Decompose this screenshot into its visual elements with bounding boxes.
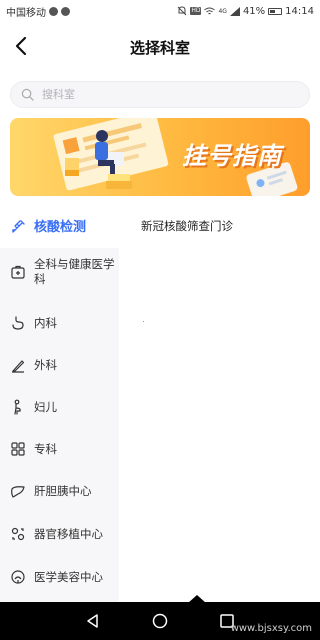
stomach-icon	[12, 316, 24, 330]
hd-badge: HD	[190, 7, 202, 15]
sidebar-item-cosmetic[interactable]: 医学美容中心	[0, 556, 119, 598]
department-sidebar: 核酸检测 全科与健康医学科 内科 外科 妇儿 专科 肝胆胰中心 器官移植中心 医…	[0, 206, 119, 602]
mute-icon	[177, 6, 187, 16]
sidebar-item-label: 外科	[34, 357, 57, 372]
message-icon	[49, 6, 58, 16]
search-bar[interactable]	[10, 81, 310, 108]
carrier-label: 中国移动	[6, 7, 46, 19]
app-header: 选择科室	[0, 22, 320, 72]
sidebar-item-label: 全科与健康医学科	[34, 257, 115, 286]
sidebar-item-label: 核酸检测	[34, 219, 87, 235]
sidebar-item-label: 妇儿	[34, 399, 57, 414]
department-list: 新冠核酸筛查门诊	[119, 206, 320, 602]
sidebar-item-nucleic-acid[interactable]: 核酸检测	[0, 206, 119, 248]
back-arrow-icon[interactable]	[10, 34, 34, 58]
page-title: 选择科室	[129, 38, 190, 57]
sidebar-item-organ-transplant[interactable]: 器官移植中心	[0, 512, 119, 556]
search-icon	[21, 88, 34, 101]
signal-icon	[229, 6, 240, 16]
sidebar-item-general-medicine[interactable]: 全科与健康医学科	[0, 248, 119, 296]
medical-kit-icon	[11, 265, 25, 279]
battery-label: 41%	[242, 5, 266, 17]
sidebar-item-women-children[interactable]: 妇儿	[0, 386, 119, 428]
scalpel-icon	[12, 360, 25, 373]
sidebar-item-label: 医学美容中心	[34, 569, 103, 584]
sidebar-item-label: 专科	[34, 441, 57, 456]
nav-notch	[188, 595, 206, 603]
home-nav-icon[interactable]	[151, 612, 169, 630]
face-icon	[11, 570, 25, 584]
pregnant-icon	[14, 399, 21, 415]
divider	[143, 321, 144, 322]
sidebar-item-internal-medicine[interactable]: 内科	[0, 302, 119, 344]
time-label: 14:14	[285, 5, 314, 17]
organ-icon	[11, 527, 25, 541]
syringe-icon	[12, 220, 25, 233]
department-item[interactable]: 新冠核酸筛查门诊	[141, 218, 233, 234]
wechat-icon	[61, 6, 70, 16]
liver-icon	[11, 486, 25, 498]
battery-icon	[268, 7, 283, 15]
system-nav-bar: www.bjsxsy.com	[0, 595, 320, 640]
wifi-icon	[204, 7, 216, 14]
guide-banner[interactable]: 挂号指南	[10, 118, 310, 196]
sidebar-item-label: 肝胆胰中心	[34, 483, 92, 498]
sidebar-item-label: 内科	[34, 315, 57, 330]
sidebar-item-specialty[interactable]: 专科	[0, 428, 119, 470]
sidebar-item-label: 器官移植中心	[34, 526, 103, 541]
sidebar-item-surgery[interactable]: 外科	[0, 344, 119, 386]
search-input[interactable]	[42, 88, 282, 101]
banner-title: 挂号指南	[182, 142, 282, 170]
grid-icon	[11, 442, 25, 456]
back-nav-icon[interactable]	[84, 612, 102, 630]
watermark: www.bjsxsy.com	[230, 623, 312, 634]
status-bar: 中国移动 HD 4G 41% 14:14	[0, 0, 320, 22]
network-label: 4G	[218, 7, 227, 15]
sidebar-item-hepatobiliary[interactable]: 肝胆胰中心	[0, 470, 119, 512]
